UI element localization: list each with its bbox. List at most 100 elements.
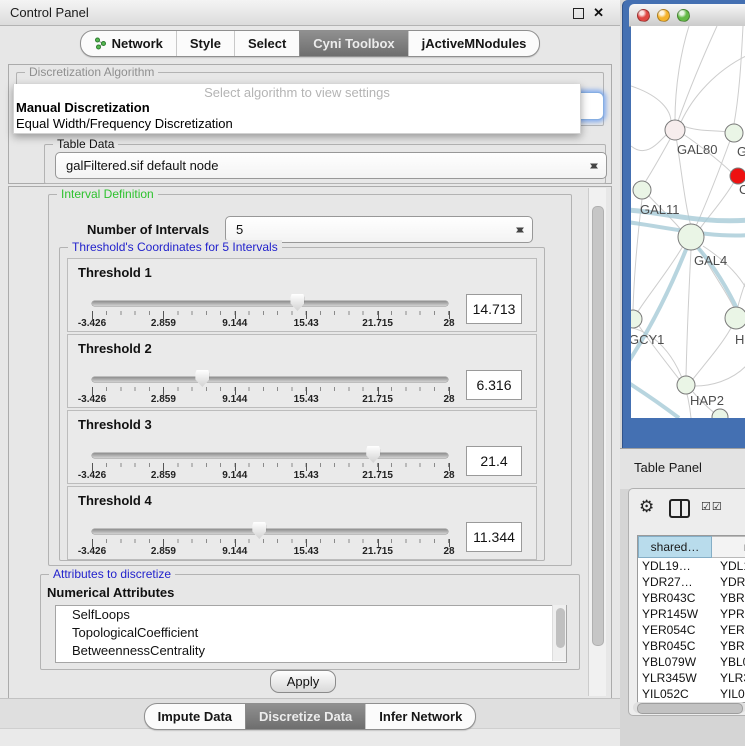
checkbox-icons[interactable]: ☑☑	[701, 500, 723, 513]
table-row[interactable]: YPR145WYPR1	[638, 606, 745, 622]
slider-thumb-icon[interactable]	[290, 294, 304, 311]
table-row[interactable]: YBR043CYBR0	[638, 590, 745, 606]
table-row[interactable]: YER054CYER0	[638, 622, 745, 638]
attribute-item[interactable]: SelfLoops	[56, 606, 566, 624]
top-tab-bar: Network Style SelectCyni ToolboxjActiveMNo…	[0, 30, 620, 57]
tick-label: 21.715	[362, 546, 393, 557]
num-intervals-value: 5	[236, 222, 243, 237]
threshold-value-field[interactable]: 21.4	[466, 446, 522, 476]
table-row[interactable]: YBL079WYBL0	[638, 654, 745, 670]
algorithm-dropdown-popup: Select algorithm to view settings Manual…	[13, 84, 581, 134]
tick-label: 21.715	[362, 470, 393, 481]
tab-infer-network[interactable]: Infer Network	[365, 704, 475, 729]
network-node[interactable]	[725, 124, 743, 142]
attribute-item[interactable]: BetweennessCentrality	[56, 642, 566, 660]
table-row[interactable]: YBR045CYBR0	[638, 638, 745, 654]
slider-tick-labels: -3.4262.8599.14415.4321.71528	[92, 394, 449, 406]
tab-jactivemnodules[interactable]: jActiveMNodules	[408, 31, 540, 56]
cell-name: YPR1	[712, 606, 745, 622]
close-icon[interactable]: ✕	[593, 4, 604, 22]
tab-select[interactable]: Select	[234, 31, 299, 56]
column-split-icon[interactable]	[669, 499, 690, 518]
threshold-slider[interactable]: -3.4262.8599.14415.4321.71528	[92, 487, 448, 559]
network-window-titlebar	[629, 4, 745, 27]
spinner-arrows-icon	[516, 223, 525, 236]
threshold-value-field[interactable]: 6.316	[466, 370, 522, 400]
tick-label: 9.144	[222, 546, 247, 557]
network-edge	[631, 382, 679, 418]
cell-name: YER0	[712, 622, 745, 638]
cell-shared-name: YPR145W	[638, 606, 712, 622]
network-node[interactable]	[712, 409, 728, 418]
network-node[interactable]	[665, 120, 685, 140]
table-panel-title: Table Panel	[634, 460, 702, 475]
tick-label: 28	[443, 546, 454, 557]
minimize-traffic-light-icon[interactable]	[657, 9, 670, 22]
network-node[interactable]	[633, 181, 651, 199]
attribute-item[interactable]: TopologicalCoefficient	[56, 624, 566, 642]
num-intervals-combo[interactable]: 5	[225, 216, 533, 243]
table-data-combo[interactable]: galFiltered.sif default node	[55, 152, 607, 179]
bottom-tab-bar: Impute DataDiscretize DataInfer Network	[0, 703, 620, 730]
tab-cyni-toolbox[interactable]: Cyni Toolbox	[299, 31, 407, 56]
cell-shared-name: YBL079W	[638, 654, 712, 670]
column-header-shared-name[interactable]: shared…	[638, 536, 712, 558]
tick-label: 9.144	[222, 394, 247, 405]
table-row[interactable]: YDR27…YDR2	[638, 574, 745, 590]
node-label: GAL11	[640, 202, 680, 217]
threshold-slider[interactable]: -3.4262.8599.14415.4321.71528	[92, 259, 448, 331]
dropdown-option-manual[interactable]: Manual Discretization	[14, 100, 580, 116]
tick-label: 15.43	[294, 546, 319, 557]
tab-label: Style	[190, 36, 221, 51]
tab-style[interactable]: Style	[176, 31, 234, 56]
network-edge	[675, 26, 689, 120]
control-panel-titlebar: Control Panel ✕	[0, 0, 620, 26]
float-window-icon[interactable]	[573, 8, 584, 19]
close-traffic-light-icon[interactable]	[637, 9, 650, 22]
network-node[interactable]	[677, 376, 695, 394]
column-header-name[interactable]: na	[712, 536, 745, 558]
tab-discretize-data[interactable]: Discretize Data	[245, 704, 365, 729]
slider-thumb-icon[interactable]	[366, 446, 380, 463]
tick-label: 28	[443, 394, 454, 405]
table-hscroll-thumb[interactable]	[637, 703, 743, 714]
network-node[interactable]	[725, 307, 745, 329]
tick-label: 15.43	[294, 318, 319, 329]
slider-thumb-icon[interactable]	[195, 370, 209, 387]
attributes-scroll-thumb[interactable]	[556, 608, 565, 648]
threshold-slider[interactable]: -3.4262.8599.14415.4321.71528	[92, 335, 448, 407]
table-row[interactable]: YLR345WYLR3	[638, 670, 745, 686]
network-canvas[interactable]: GAL80GACGAL11GAL4GCY1HHAP2	[631, 26, 745, 418]
threshold-slider[interactable]: -3.4262.8599.14415.4321.71528	[92, 411, 448, 483]
tab-network[interactable]: Network	[81, 31, 176, 56]
network-node[interactable]	[631, 310, 642, 328]
gear-icon[interactable]: ⚙	[639, 497, 654, 517]
tick-label: -3.426	[78, 394, 106, 405]
cell-shared-name: YBR043C	[638, 590, 712, 606]
cell-shared-name: YIL052C	[638, 686, 712, 702]
cell-name: YLR3	[712, 670, 745, 686]
top-tabs: Network Style SelectCyni ToolboxjActiveMNo…	[80, 30, 541, 57]
table-data-value: galFiltered.sif default node	[66, 158, 218, 173]
table-row[interactable]: YIL052CYIL0	[638, 686, 745, 702]
tick-label: -3.426	[78, 546, 106, 557]
threshold-value-field[interactable]: 14.713	[466, 294, 522, 324]
cell-name: YBR0	[712, 638, 745, 654]
node-label: GA	[737, 144, 745, 159]
network-graph: GAL80GACGAL11GAL4GCY1HHAP2	[631, 26, 745, 418]
zoom-traffic-light-icon[interactable]	[677, 9, 690, 22]
threshold-card: Threshold 2-3.4262.8599.14415.4321.71528…	[67, 334, 537, 408]
slider-track	[92, 301, 448, 306]
dropdown-option-equal-width[interactable]: Equal Width/Frequency Discretization	[14, 116, 580, 132]
panel-scroll-thumb[interactable]	[592, 206, 604, 646]
threshold-value-field[interactable]: 11.344	[466, 522, 522, 552]
tick-label: 28	[443, 470, 454, 481]
cell-shared-name: YBR045C	[638, 638, 712, 654]
slider-thumb-icon[interactable]	[252, 522, 266, 539]
panel-vertical-scrollbar[interactable]	[588, 188, 606, 696]
attributes-scrollbar[interactable]	[552, 605, 566, 661]
apply-button[interactable]: Apply	[270, 670, 336, 693]
network-node[interactable]	[678, 224, 704, 250]
table-row[interactable]: YDL19…YDL1	[638, 558, 745, 574]
tab-impute-data[interactable]: Impute Data	[145, 704, 245, 729]
